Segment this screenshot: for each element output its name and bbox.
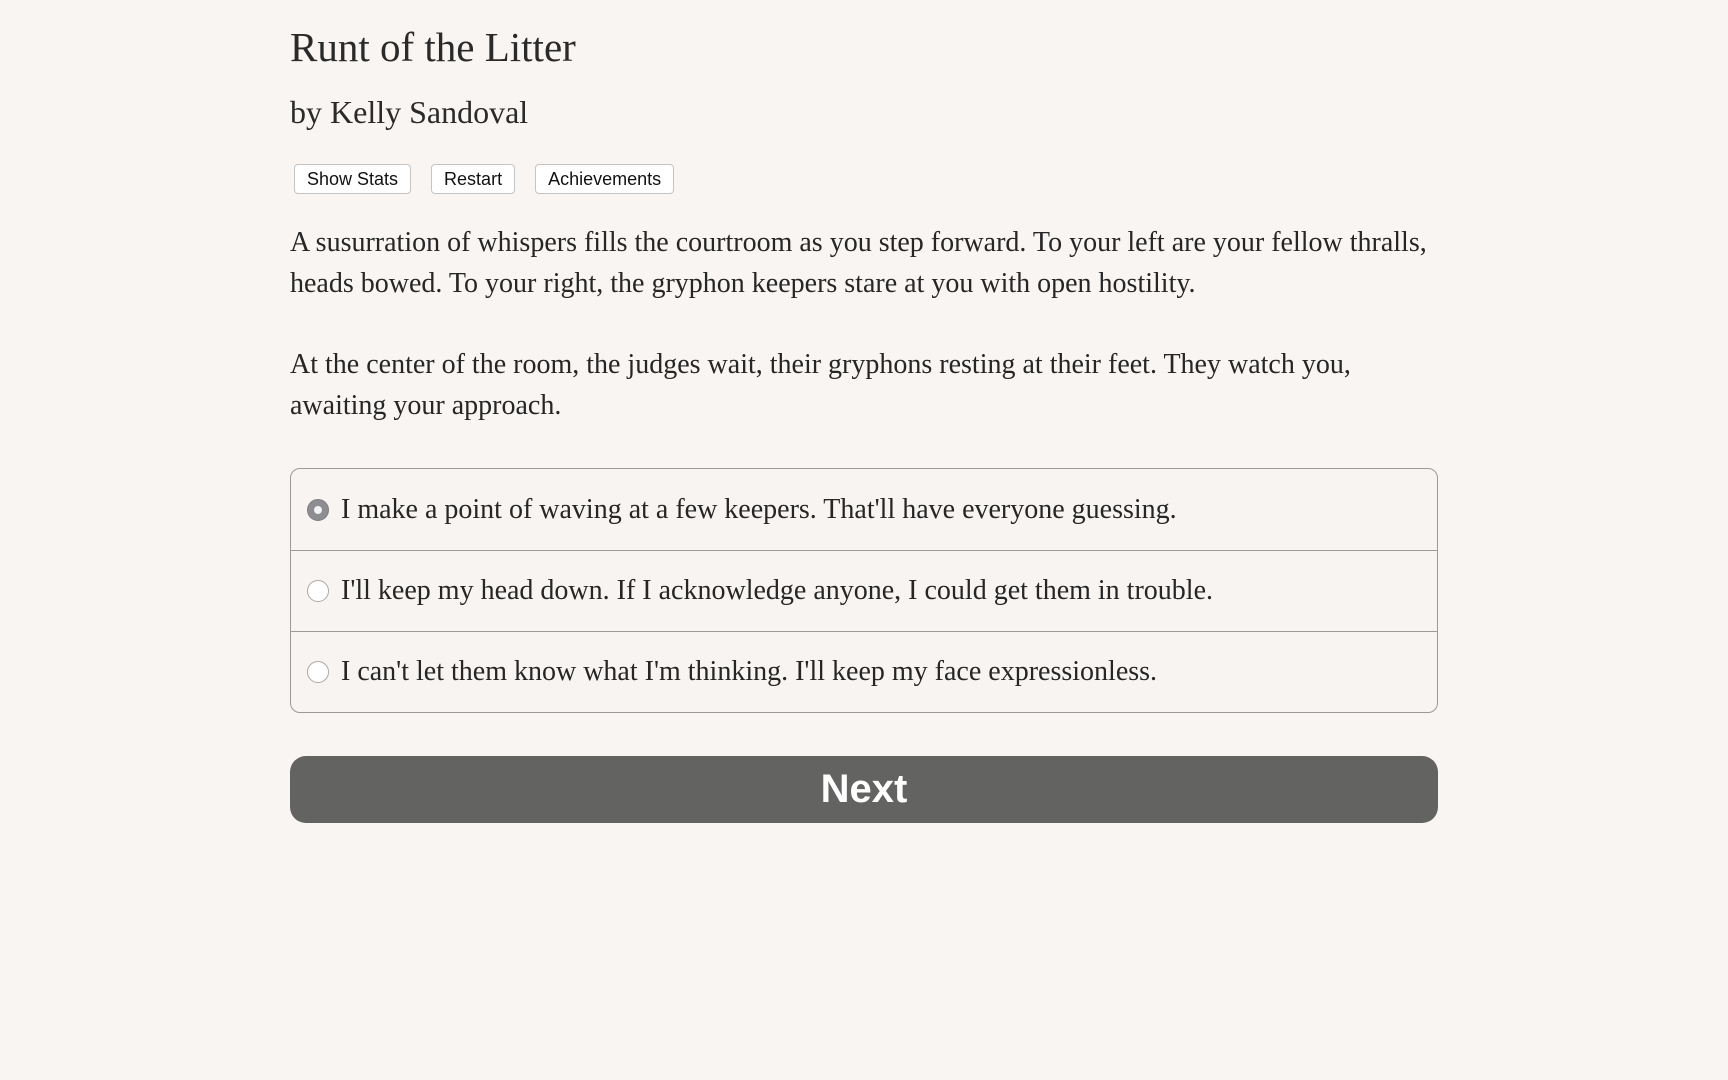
choice-list: I make a point of waving at a few keeper… <box>290 468 1438 713</box>
choice-option-3[interactable]: I can't let them know what I'm thinking.… <box>291 631 1437 712</box>
story-passage: A susurration of whispers fills the cour… <box>290 222 1438 466</box>
passage-paragraph: At the center of the room, the judges wa… <box>290 349 1351 421</box>
game-author: by Kelly Sandoval <box>290 94 529 130</box>
choice-option-2[interactable]: I'll keep my head down. If I acknowledge… <box>291 550 1437 631</box>
choice-option-1[interactable]: I make a point of waving at a few keeper… <box>291 469 1437 550</box>
game-title: Runt of the Litter <box>290 24 576 70</box>
next-button[interactable]: Next <box>290 756 1438 823</box>
toolbar: Show Stats Restart Achievements <box>294 164 675 194</box>
restart-button[interactable]: Restart <box>431 164 516 194</box>
choice-label: I make a point of waving at a few keeper… <box>341 493 1177 525</box>
radio-button-icon[interactable] <box>307 661 329 683</box>
radio-button-icon[interactable] <box>307 498 329 521</box>
choice-label: I'll keep my head down. If I acknowledge… <box>341 575 1213 606</box>
radio-button-icon[interactable] <box>307 580 329 602</box>
passage-paragraph: A susurration of whispers fills the cour… <box>290 227 1427 299</box>
choice-label: I can't let them know what I'm thinking.… <box>341 656 1158 687</box>
achievements-button[interactable]: Achievements <box>535 164 675 194</box>
show-stats-button[interactable]: Show Stats <box>294 164 412 194</box>
